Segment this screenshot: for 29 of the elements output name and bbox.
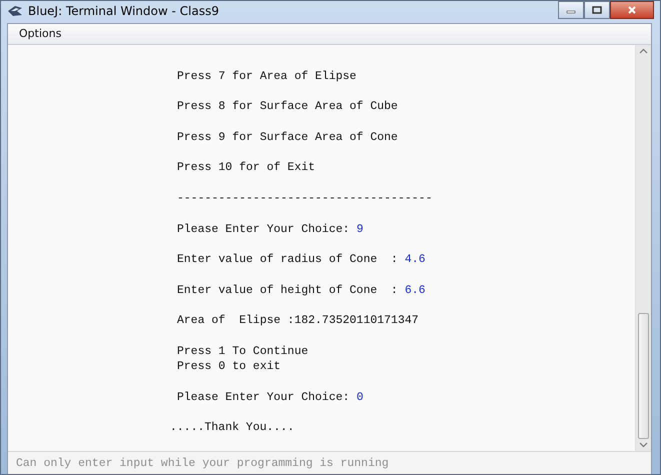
maximize-button[interactable] xyxy=(584,1,610,19)
input-value: 6.6 xyxy=(404,284,426,297)
scroll-down-icon[interactable] xyxy=(639,442,648,448)
scroll-thumb[interactable] xyxy=(638,313,649,439)
scroll-up-icon[interactable] xyxy=(639,48,648,54)
output-text: Enter value of radius of Cone : xyxy=(177,253,399,266)
output-text: Area of Elipse :182.73520110171347 xyxy=(177,314,419,328)
input-value: 9 xyxy=(356,222,364,236)
minimize-button[interactable] xyxy=(558,1,584,19)
output-text: .....Thank You.... xyxy=(170,421,294,434)
app-icon xyxy=(7,4,23,17)
output-text: Enter value of height of Cone : xyxy=(177,284,399,297)
output-text: Press 9 for Surface Area of Cone xyxy=(177,130,398,144)
output-text: Press 8 for Surface Area of Cube xyxy=(177,100,398,114)
output-text: Press 0 to exit xyxy=(177,360,281,374)
close-icon xyxy=(627,6,637,14)
output-text: Press 10 for of Exit xyxy=(177,161,316,174)
close-button[interactable] xyxy=(610,1,654,19)
input-value: 0 xyxy=(356,390,364,404)
window-title: BlueJ: Terminal Window - Class9 xyxy=(28,4,219,18)
output-text: Press 7 for Area of Elipse xyxy=(177,70,356,83)
scrollbar[interactable] xyxy=(635,44,651,451)
input-value: 4.6 xyxy=(404,253,426,266)
output-text: ------------------------------------- xyxy=(177,192,432,205)
output-text: Press 1 To Continue xyxy=(177,344,308,358)
menu-item[interactable]: Options xyxy=(8,27,70,40)
output-text: Please Enter Your Choice: xyxy=(177,390,351,404)
output-text: Please Enter Your Choice: xyxy=(177,222,351,236)
maximize-icon xyxy=(592,6,602,14)
